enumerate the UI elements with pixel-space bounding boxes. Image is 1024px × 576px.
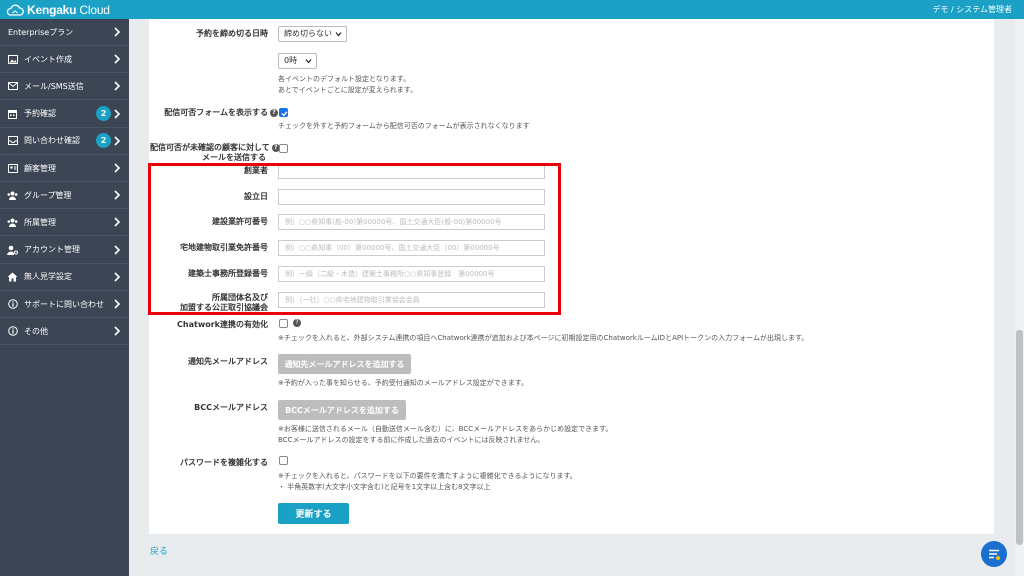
sidebar-item[interactable]: グループ管理 — [0, 182, 129, 210]
sidebar-item-label: メール/SMS送信 — [24, 81, 84, 91]
sidebar-item[interactable]: メール/SMS送信 — [0, 73, 129, 101]
notify-email-help: ※予約が入った事を知らせる、予約受付通知のメールアドレス設定ができます。 — [278, 379, 529, 387]
sidebar-item[interactable]: 予約確認 2 — [0, 101, 129, 128]
logo-text: Kengaku Cloud — [27, 2, 110, 17]
sidebar-item-label: サポートに問い合わせ — [24, 299, 104, 309]
optout-help: チェックを外すと予約フォームから配信可否のフォームが表示されなくなります — [278, 122, 530, 130]
count-badge: 2 — [96, 106, 111, 122]
chevron-right-icon — [114, 27, 121, 37]
deadline-help-2: あとでイベントごとに設定が変えられます。 — [278, 86, 418, 94]
sidebar-item[interactable]: 無人見学設定 — [0, 264, 129, 291]
list-settings-icon — [989, 549, 1000, 560]
password-complex-checkbox[interactable] — [279, 456, 288, 465]
inbox-icon — [7, 135, 18, 146]
back-link[interactable]: 戻る — [150, 544, 168, 557]
users-icon — [7, 190, 18, 201]
password-complex-label: パスワードを複雑化する — [180, 458, 268, 467]
count-badge: 2 — [96, 133, 111, 149]
password-help-1: ※チェックを入れると、パスワードを以下の要件を満たすように複雑化できるようになり… — [278, 472, 577, 480]
bcc-email-help-2: BCCメールアドレスの設定をする前に作成した過去のイベントには反映されません。 — [278, 436, 545, 444]
sidebar-item[interactable]: 問い合わせ確認 2 — [0, 128, 129, 155]
sidebar: Enterpriseプラン イベント作成 メール/SMS送信 予約確認 2 問い合わせ確認… — [0, 19, 129, 576]
chatwork-help: ※チェックを入れると、外部システム連携の項目へChatwork連携が追加および本… — [278, 334, 809, 342]
floating-menu-button[interactable] — [981, 541, 1007, 567]
notify-email-label: 通知先メールアドレス — [188, 357, 268, 366]
chevron-right-icon — [114, 81, 121, 91]
users-icon — [7, 217, 18, 228]
hour-select[interactable]: 0時 — [278, 53, 317, 69]
sidebar-item[interactable]: アカウント管理 — [0, 237, 129, 264]
chevron-right-icon — [114, 136, 121, 146]
chevron-right-icon — [114, 163, 121, 173]
sidebar-item-label: グループ管理 — [24, 190, 72, 200]
mail-icon — [7, 81, 18, 92]
bcc-email-help-1: ※お客様に送信されるメール（自動送信メール含む）に、BCCメールアドレスをあらか… — [278, 425, 613, 433]
sidebar-item[interactable]: サポートに問い合わせ — [0, 291, 129, 318]
deadline-help-1: 各イベントのデフォルト設定となります。 — [278, 75, 411, 83]
deadline-label: 予約を締め切る日時 — [196, 29, 268, 38]
home-icon — [7, 271, 18, 282]
info-icon — [7, 326, 18, 337]
sidebar-item[interactable]: 顧客管理 — [0, 155, 129, 182]
address-card-icon — [7, 163, 18, 174]
highlight-box — [148, 163, 561, 315]
chevron-right-icon — [114, 272, 121, 282]
sidebar-item[interactable]: 所属管理 — [0, 209, 129, 237]
sidebar-item[interactable]: イベント作成 — [0, 46, 129, 74]
sidebar-item-label: 顧客管理 — [24, 163, 56, 173]
info-icon — [7, 299, 18, 310]
calendar-icon — [7, 108, 18, 119]
chatwork-label: Chatwork連携の有効化 — [177, 320, 268, 329]
bcc-email-label: BCCメールアドレス — [194, 403, 268, 412]
sidebar-item-label: Enterpriseプラン — [8, 27, 74, 37]
chevron-right-icon — [114, 245, 121, 255]
unconfirmed-checkbox[interactable] — [279, 144, 288, 153]
user-cog-icon — [7, 244, 18, 255]
chevron-down-icon — [305, 59, 312, 64]
password-help-2: ・ 半角英数字(大文字小文字含む)と記号を1文字以上含む8文字以上 — [278, 483, 491, 491]
cloud-logo-icon — [6, 4, 24, 16]
sidebar-item-label: 所属管理 — [24, 217, 56, 227]
sidebar-item-label: その他 — [24, 326, 48, 336]
sidebar-item-label: イベント作成 — [24, 54, 72, 64]
top-bar: Kengaku Cloud デモ / システム管理者 — [0, 0, 1024, 19]
deadline-select[interactable]: 締め切らない — [278, 26, 347, 42]
add-notify-email-button[interactable]: 通知先メールアドレスを追加する — [278, 354, 411, 374]
chevron-right-icon — [114, 109, 121, 119]
chevron-right-icon — [114, 299, 121, 309]
scrollbar-thumb[interactable] — [1016, 330, 1023, 545]
help-icon[interactable]: ? — [293, 319, 301, 327]
logo[interactable]: Kengaku Cloud — [6, 2, 110, 17]
sidebar-item-label: 無人見学設定 — [24, 272, 72, 282]
chatwork-checkbox[interactable] — [279, 319, 288, 328]
sidebar-item[interactable]: その他 — [0, 318, 129, 346]
check-icon — [281, 111, 288, 117]
optout-checkbox[interactable] — [279, 108, 288, 117]
chevron-right-icon — [114, 190, 121, 200]
help-icon[interactable]: ? — [270, 108, 278, 117]
sidebar-item[interactable]: Enterpriseプラン — [0, 19, 129, 46]
sidebar-item-label: アカウント管理 — [24, 245, 80, 255]
chevron-right-icon — [114, 217, 121, 227]
chevron-down-icon — [335, 32, 342, 37]
image-icon — [7, 54, 18, 65]
add-bcc-email-button[interactable]: BCCメールアドレスを追加する — [278, 400, 406, 420]
user-menu[interactable]: デモ / システム管理者 — [932, 4, 1012, 15]
chevron-right-icon — [114, 54, 121, 64]
optout-label: 配信可否フォームを表示する? — [150, 108, 278, 118]
chevron-right-icon — [114, 326, 121, 336]
unconfirmed-label: 配信可否が未確認の顧客に対して? メールを送信する — [150, 143, 280, 163]
sidebar-item-label: 問い合わせ確認 — [24, 136, 80, 146]
sidebar-item-label: 予約確認 — [24, 109, 56, 119]
update-button[interactable]: 更新する — [278, 503, 349, 524]
